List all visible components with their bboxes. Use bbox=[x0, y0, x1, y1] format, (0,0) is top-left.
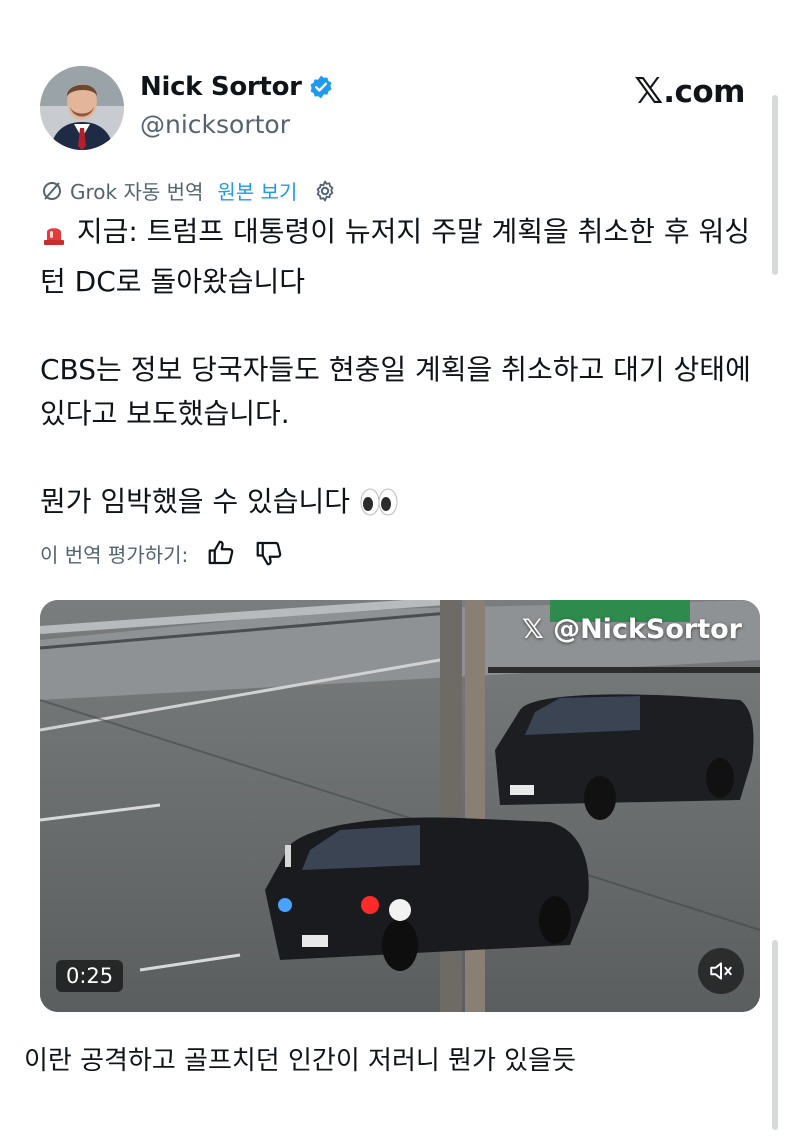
tweet-body: 지금: 트럼프 대통령이 뉴저지 주말 계획을 취소한 후 워싱턴 DC로 돌아… bbox=[40, 210, 760, 574]
verified-badge-icon bbox=[310, 75, 332, 99]
eyes-icon bbox=[359, 486, 399, 530]
x-logo-icon: 𝕏 bbox=[634, 71, 664, 112]
translate-slash-icon bbox=[43, 181, 61, 200]
translation-rating: 이 번역 평가하기: bbox=[40, 538, 284, 568]
scrollbar-top[interactable] bbox=[772, 95, 778, 275]
video-watermark: 𝕏 @NickSortor bbox=[521, 614, 742, 645]
muted-speaker-icon bbox=[710, 962, 732, 980]
video-frame bbox=[40, 600, 760, 1012]
translation-label: Grok 자동 번역 bbox=[70, 180, 204, 204]
author-name[interactable]: Nick Sortor bbox=[140, 72, 302, 102]
view-original-link[interactable]: 원본 보기 bbox=[217, 176, 297, 205]
tweet-paragraph-3: 뭔가 임박했을 수 있습니다 bbox=[40, 480, 760, 530]
author-handle[interactable]: @nicksortor bbox=[140, 110, 290, 139]
video-duration: 0:25 bbox=[56, 960, 124, 992]
tweet-header: Nick Sortor @nicksortor 𝕏 .com bbox=[40, 66, 745, 156]
x-logo-text: .com bbox=[663, 74, 745, 110]
thumbs-down-icon[interactable] bbox=[254, 538, 284, 568]
tweet-line-1: 지금: 트럼프 대통령이 뉴저지 주말 계획을 취소한 후 워싱턴 DC로 돌아… bbox=[40, 215, 751, 298]
avatar-portrait-icon bbox=[40, 66, 124, 150]
author-name-row: Nick Sortor bbox=[140, 72, 334, 102]
avatar[interactable] bbox=[40, 66, 124, 150]
video-player[interactable]: 𝕏 @NickSortor 0:25 bbox=[40, 600, 760, 1012]
tweet-line-2: CBS는 정보 당국자들도 현충일 계획을 취소하고 대기 상태에 있다고 보도… bbox=[40, 353, 751, 430]
tweet-paragraph-2: CBS는 정보 당국자들도 현충일 계획을 취소하고 대기 상태에 있다고 보도… bbox=[40, 348, 760, 436]
rate-label: 이 번역 평가하기: bbox=[40, 542, 189, 567]
x-brand-logo: 𝕏 .com bbox=[634, 71, 745, 112]
mute-button[interactable] bbox=[698, 948, 744, 994]
siren-icon bbox=[40, 216, 68, 260]
thumbs-up-icon[interactable] bbox=[206, 538, 236, 568]
tweet-paragraph-1: 지금: 트럼프 대통령이 뉴저지 주말 계획을 취소한 후 워싱턴 DC로 돌아… bbox=[40, 210, 760, 304]
gear-icon[interactable] bbox=[313, 179, 337, 203]
translation-bar: Grok 자동 번역 원본 보기 bbox=[40, 176, 337, 205]
user-comment: 이란 공격하고 골프치던 인간이 저러니 뭔가 있을듯 bbox=[24, 1046, 576, 1076]
scrollbar-bottom[interactable] bbox=[772, 940, 778, 1130]
tweet-line-3: 뭔가 임박했을 수 있습니다 bbox=[40, 485, 351, 518]
